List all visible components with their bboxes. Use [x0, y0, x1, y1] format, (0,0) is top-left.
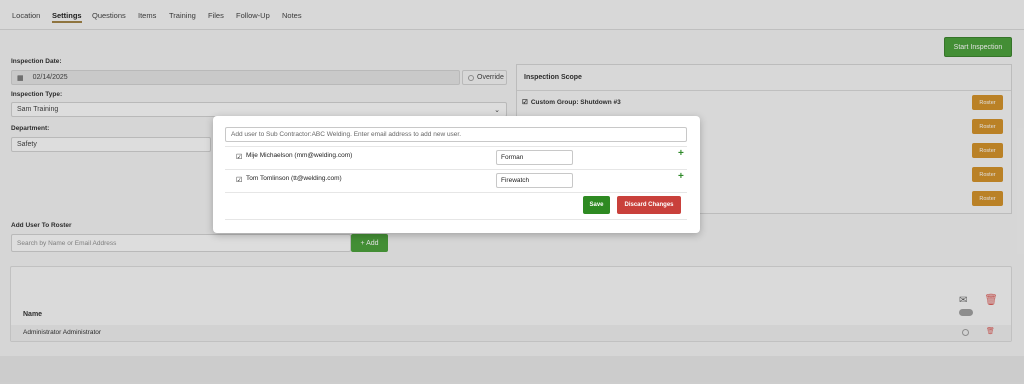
checkbox-checked-icon[interactable]: ☑: [236, 153, 242, 161]
add-user-email-input[interactable]: Add user to Sub Contractor:ABC Welding. …: [225, 127, 687, 142]
divider: [225, 192, 687, 193]
save-button[interactable]: Save: [583, 196, 610, 214]
discard-changes-button[interactable]: Discard Changes: [617, 196, 681, 214]
user-name: Mije Michaelson (mm@welding.com): [246, 152, 353, 159]
plus-icon[interactable]: +: [678, 148, 684, 159]
list-item: ☑ Mije Michaelson (mm@welding.com) Forma…: [225, 146, 687, 168]
add-subcontractor-user-modal: Add user to Sub Contractor:ABC Welding. …: [213, 116, 700, 233]
role-input[interactable]: Firewatch: [496, 173, 573, 188]
plus-icon[interactable]: +: [678, 171, 684, 182]
checkbox-checked-icon[interactable]: ☑: [236, 176, 242, 184]
user-name: Tom Tomlinson (tt@welding.com): [246, 175, 342, 182]
list-item: ☑ Tom Tomlinson (tt@welding.com) Firewat…: [225, 169, 687, 191]
role-input[interactable]: Forman: [496, 150, 573, 165]
divider: [225, 219, 687, 220]
